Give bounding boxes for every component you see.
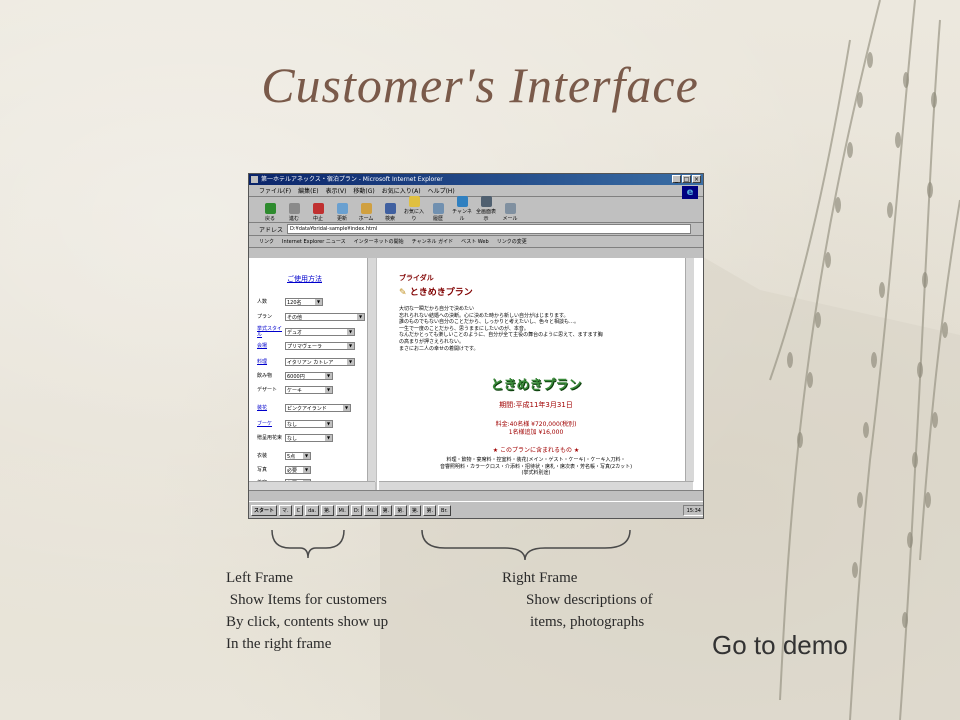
note-line: items, photographs	[530, 614, 645, 630]
note-line: Show descriptions of	[526, 592, 653, 608]
right-frame-bracket	[421, 529, 631, 561]
note-line: By click, contents show up	[226, 614, 389, 630]
left-frame-bracket	[271, 529, 345, 559]
left-frame-note: Left Frame Show Items for customers By c…	[226, 567, 388, 655]
note-line: In the right frame	[226, 636, 332, 652]
note-line: Left Frame	[226, 570, 294, 586]
note-line: Show Items for customers	[226, 592, 387, 608]
right-frame-note: Right Frame Show descriptions of items, …	[502, 567, 653, 633]
note-line: Right Frame	[502, 570, 578, 586]
go-to-demo-link[interactable]: Go to demo	[712, 630, 848, 661]
bracket-annotations	[271, 529, 631, 561]
